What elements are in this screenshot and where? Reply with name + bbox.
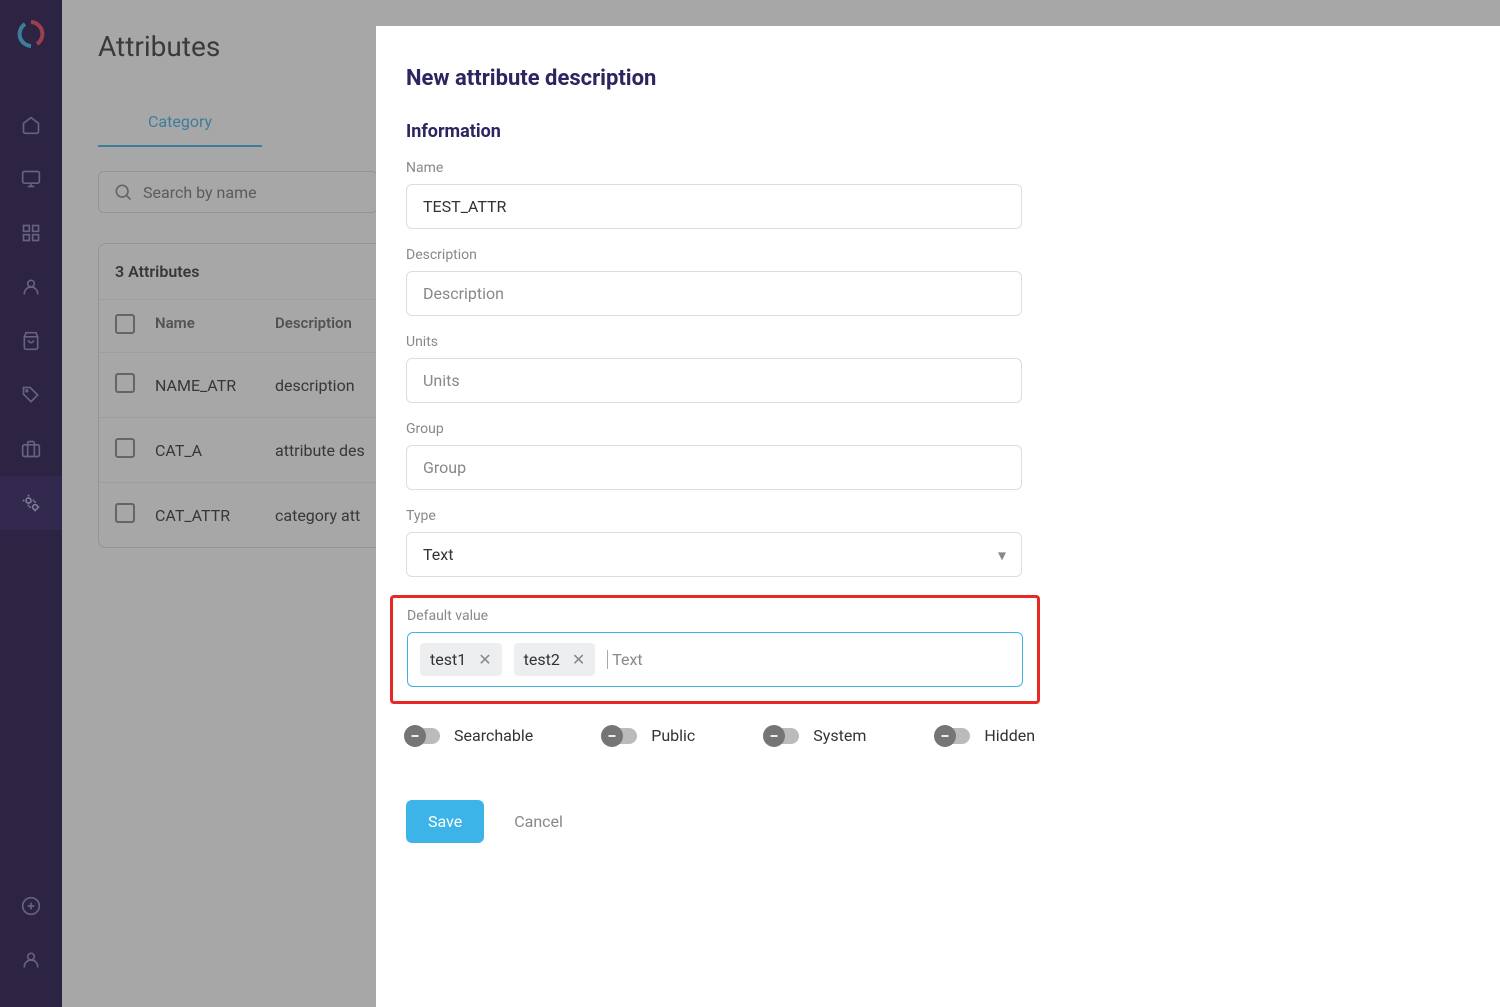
group-input[interactable] xyxy=(406,445,1022,490)
tag-remove-icon[interactable]: ✕ xyxy=(478,650,491,669)
tag-label: test1 xyxy=(430,650,466,669)
default-value-highlight: Default value test1 ✕ test2 ✕ Text xyxy=(390,595,1040,704)
cancel-button[interactable]: Cancel xyxy=(514,812,563,831)
toggle-label: Searchable xyxy=(454,726,533,745)
toggle-system: System xyxy=(765,726,866,745)
name-label: Name xyxy=(406,160,1022,176)
units-input[interactable] xyxy=(406,358,1022,403)
new-attribute-modal: New attribute description Information Na… xyxy=(376,26,1500,1007)
tag-chip: test2 ✕ xyxy=(514,643,596,676)
modal-title: New attribute description xyxy=(406,66,1470,91)
toggles-row: Searchable Public System Hidden xyxy=(406,726,1470,745)
units-label: Units xyxy=(406,334,1022,350)
modal-actions: Save Cancel xyxy=(406,800,1470,843)
field-name: Name xyxy=(406,160,1022,229)
toggle-label: Public xyxy=(651,726,695,745)
toggle-switch[interactable] xyxy=(603,728,637,744)
toggle-hidden: Hidden xyxy=(936,726,1035,745)
toggle-label: Hidden xyxy=(984,726,1035,745)
toggle-label: System xyxy=(813,726,866,745)
group-label: Group xyxy=(406,421,1022,437)
field-group: Group xyxy=(406,421,1022,490)
chevron-down-icon: ▾ xyxy=(998,545,1006,564)
default-value-label: Default value xyxy=(407,608,1023,624)
tag-label: test2 xyxy=(524,650,560,669)
field-units: Units xyxy=(406,334,1022,403)
name-input[interactable] xyxy=(406,184,1022,229)
toggle-searchable: Searchable xyxy=(406,726,533,745)
tag-remove-icon[interactable]: ✕ xyxy=(572,650,585,669)
toggle-switch[interactable] xyxy=(936,728,970,744)
field-description: Description xyxy=(406,247,1022,316)
default-value-placeholder: Text xyxy=(607,650,642,669)
section-information: Information xyxy=(406,121,1470,142)
description-input[interactable] xyxy=(406,271,1022,316)
toggle-switch[interactable] xyxy=(406,728,440,744)
field-type: Type ▾ xyxy=(406,508,1022,577)
type-select[interactable] xyxy=(406,532,1022,577)
toggle-switch[interactable] xyxy=(765,728,799,744)
tag-chip: test1 ✕ xyxy=(420,643,502,676)
save-button[interactable]: Save xyxy=(406,800,484,843)
toggle-public: Public xyxy=(603,726,695,745)
default-value-input[interactable]: test1 ✕ test2 ✕ Text xyxy=(407,632,1023,687)
type-label: Type xyxy=(406,508,1022,524)
description-label: Description xyxy=(406,247,1022,263)
